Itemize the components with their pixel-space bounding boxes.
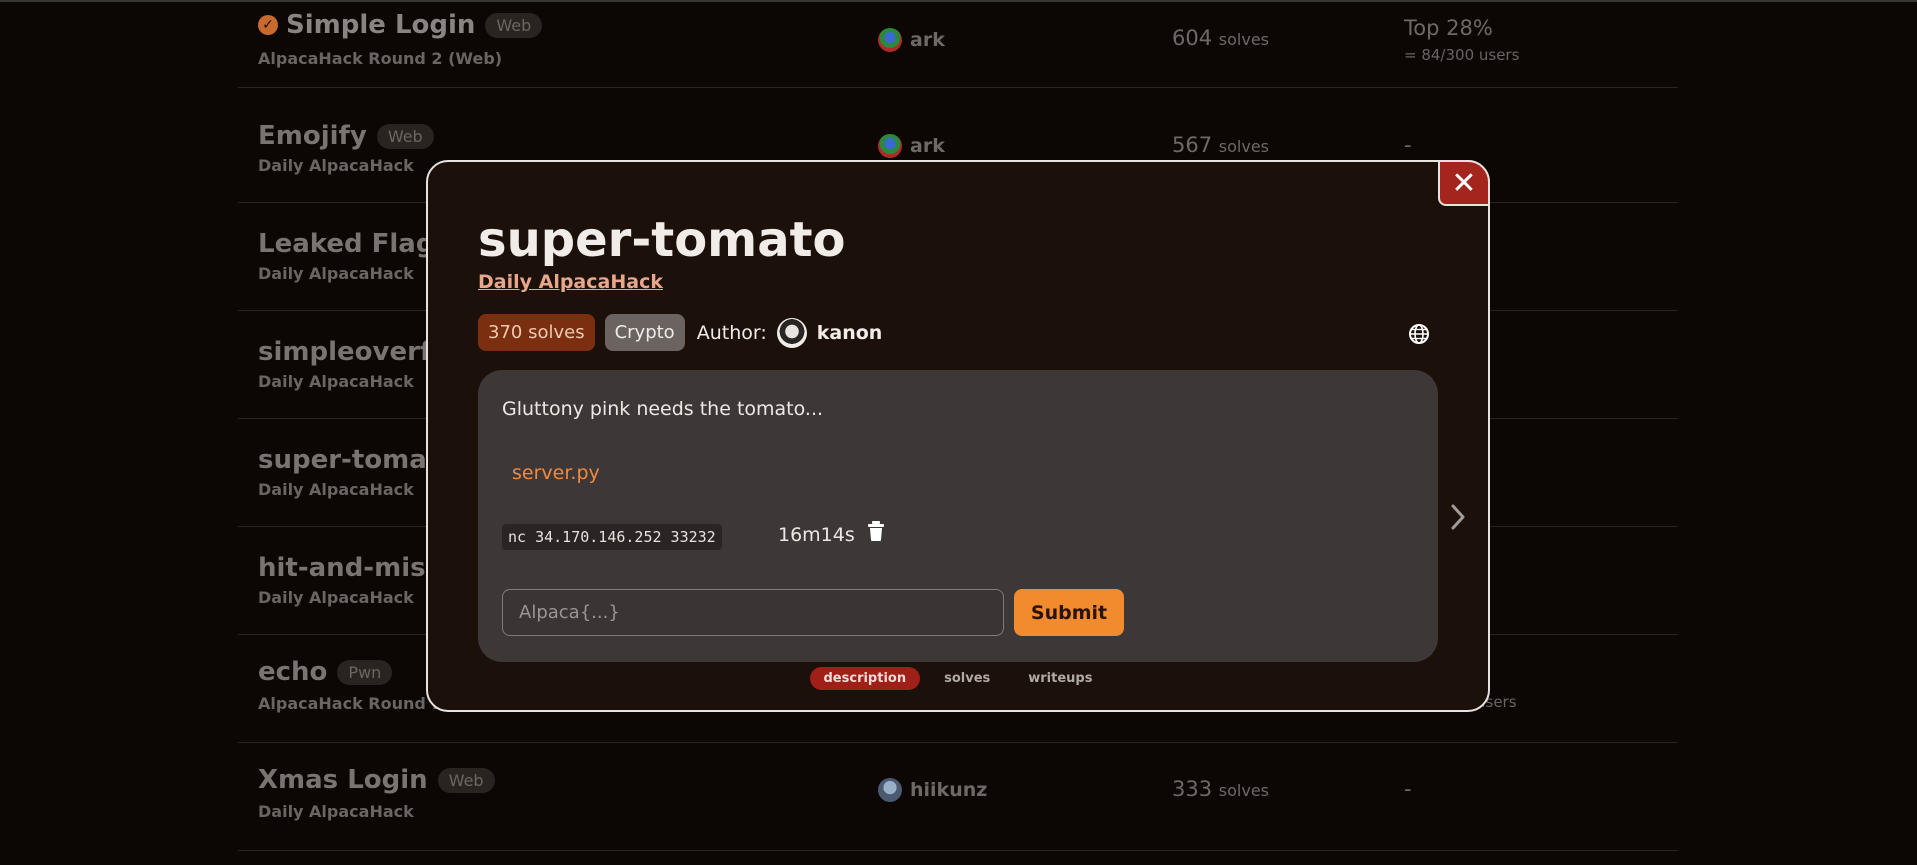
author[interactable]: hiikunz	[878, 778, 987, 802]
challenge-event: AlpacaHack Round 1	[258, 694, 443, 713]
challenge-title: super-tomato	[478, 212, 846, 268]
solves-count: 567 solves	[1172, 133, 1269, 157]
author-name: hiikunz	[910, 779, 988, 801]
avatar	[878, 28, 902, 52]
flag-input[interactable]	[502, 589, 1004, 636]
challenge-description: Gluttony pink needs the tomato...	[502, 398, 824, 420]
instance-timer: 16m14s	[778, 524, 855, 546]
rank: -	[1404, 777, 1412, 801]
submit-button[interactable]: Submit	[1014, 589, 1124, 636]
tab-description[interactable]: description	[809, 667, 921, 690]
chevron-right-icon[interactable]	[1448, 502, 1468, 532]
author[interactable]: ark	[878, 134, 945, 158]
challenge-event: AlpacaHack Round 2 (Web)	[258, 49, 503, 68]
challenge-row[interactable]: Xmas Login Web Daily AlpacaHack hiikunz …	[238, 743, 1678, 851]
category-tag: Web	[437, 767, 495, 793]
challenge-event: Daily AlpacaHack	[258, 156, 414, 175]
event-link[interactable]: Daily AlpacaHack	[478, 271, 663, 293]
challenge-event: Daily AlpacaHack	[258, 588, 414, 607]
solves-count: 604 solves	[1172, 26, 1269, 50]
challenge-row[interactable]: ✓ Simple Login Web AlpacaHack Round 2 (W…	[238, 0, 1678, 88]
category-badge: Crypto	[604, 314, 685, 351]
challenge-event: Daily AlpacaHack	[258, 802, 414, 821]
challenge-modal: ✕ super-tomato Daily AlpacaHack 370 solv…	[426, 160, 1490, 712]
solved-check-icon: ✓	[258, 15, 278, 35]
rank: -	[1404, 133, 1412, 157]
challenge-name[interactable]: Simple Login	[286, 10, 475, 40]
globe-icon[interactable]	[1407, 322, 1431, 346]
challenge-name[interactable]: echo	[258, 657, 327, 687]
close-icon: ✕	[1451, 165, 1477, 201]
connection-command[interactable]: nc 34.170.146.252 33232	[502, 524, 722, 550]
author-name: ark	[910, 135, 945, 157]
avatar	[878, 778, 902, 802]
category-tag: Pwn	[337, 659, 393, 685]
challenge-name[interactable]: hit-and-miss	[258, 553, 441, 583]
rank: Top 28%	[1404, 16, 1493, 40]
avatar	[878, 134, 902, 158]
file-link[interactable]: server.py	[512, 462, 600, 484]
trash-icon[interactable]	[866, 520, 886, 542]
author-name: ark	[910, 29, 945, 51]
tab-writeups[interactable]: writeups	[1014, 667, 1106, 690]
author-avatar	[776, 317, 807, 348]
challenge-name[interactable]: Emojify	[258, 121, 367, 151]
challenge-event: Daily AlpacaHack	[258, 480, 414, 499]
category-tag: Web	[376, 123, 434, 149]
author-name[interactable]: kanon	[817, 322, 883, 344]
tab-solves[interactable]: solves	[930, 667, 1004, 690]
modal-tabs: description solves writeups	[428, 667, 1488, 690]
category-tag: Web	[485, 12, 543, 38]
author-label: Author:	[696, 321, 767, 344]
challenge-event: Daily AlpacaHack	[258, 372, 414, 391]
challenge-panel: Gluttony pink needs the tomato... server…	[478, 370, 1438, 662]
author[interactable]: ark	[878, 28, 945, 52]
solves-badge: 370 solves	[478, 314, 595, 351]
challenge-event: Daily AlpacaHack	[258, 264, 414, 283]
rank-detail: = 84/300 users	[1404, 46, 1520, 64]
challenge-meta: 370 solves Crypto Author: kanon	[478, 314, 882, 351]
solves-count: 333 solves	[1172, 777, 1269, 801]
challenge-name[interactable]: Xmas Login	[258, 765, 428, 795]
close-button[interactable]: ✕	[1438, 160, 1490, 206]
